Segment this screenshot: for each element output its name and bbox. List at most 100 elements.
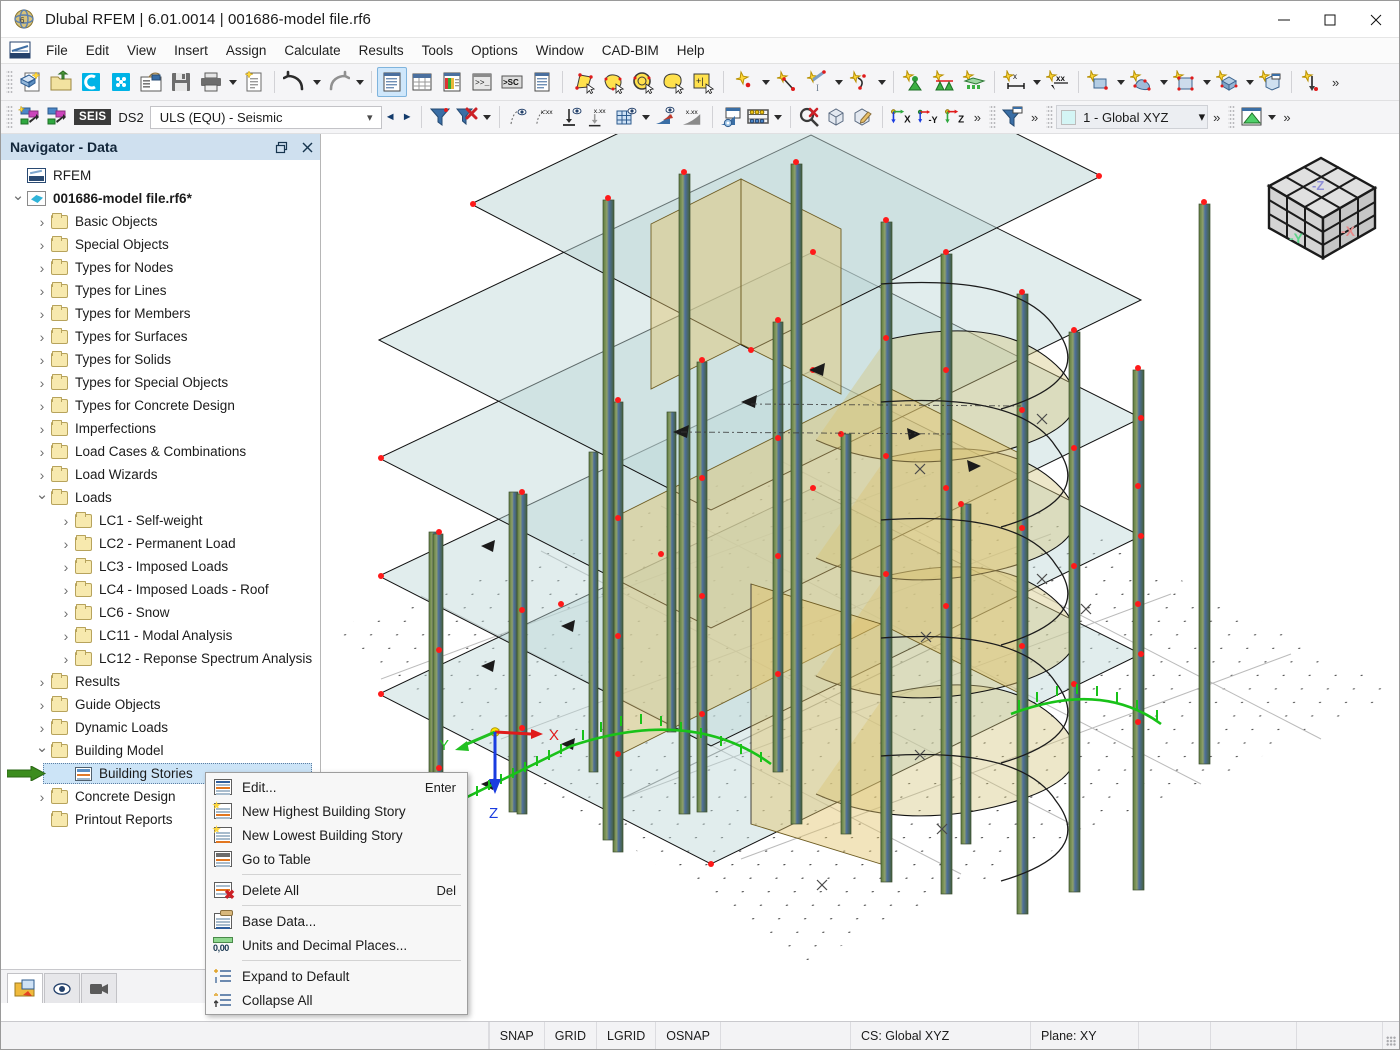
- undo-button[interactable]: [280, 67, 310, 97]
- chevron-right-icon[interactable]: ›: [33, 215, 51, 229]
- chevron-right-icon[interactable]: ›: [33, 307, 51, 321]
- chevron-right-icon[interactable]: ›: [33, 698, 51, 712]
- chevron-right-icon[interactable]: ›: [33, 445, 51, 459]
- new-curved-surface-button[interactable]: [1127, 67, 1157, 97]
- menu-view[interactable]: View: [118, 40, 165, 61]
- close-button[interactable]: [1353, 1, 1399, 38]
- script-button[interactable]: >SC: [497, 67, 527, 97]
- new-surface-support-button[interactable]: [959, 67, 989, 97]
- cs-overflow-button[interactable]: »: [1208, 110, 1225, 125]
- deformation-values-button[interactable]: x.xx: [532, 104, 559, 130]
- menu-edit[interactable]: Edit: [77, 40, 118, 61]
- show-deformation-button[interactable]: [505, 104, 532, 130]
- tables-button[interactable]: [407, 67, 437, 97]
- chevron-right-icon[interactable]: ›: [57, 560, 75, 574]
- open-model-button[interactable]: [46, 67, 76, 97]
- context-menu-item-new-highest-building-story[interactable]: New Highest Building Story: [206, 799, 467, 823]
- chevron-right-icon[interactable]: ›: [33, 422, 51, 436]
- tree-item-loads[interactable]: ⌄ Loads: [1, 486, 320, 509]
- new-polyline-button[interactable]: [845, 67, 875, 97]
- tree-item-lc1-self-weight[interactable]: › LC1 - Self-weight: [1, 509, 320, 532]
- select-special-button[interactable]: +|: [688, 67, 718, 97]
- tree-item-load-wizards[interactable]: › Load Wizards: [1, 463, 320, 486]
- tree-item-types-for-members[interactable]: › Types for Members: [1, 302, 320, 325]
- maximize-button[interactable]: [1307, 1, 1353, 38]
- tree-item-load-cases-combinations[interactable]: › Load Cases & Combinations: [1, 440, 320, 463]
- new-line-support-button[interactable]: [929, 67, 959, 97]
- list-panel-button[interactable]: [527, 67, 557, 97]
- chevron-right-icon[interactable]: ›: [57, 583, 75, 597]
- select-circle-button[interactable]: [628, 67, 658, 97]
- toolbar-overflow-button[interactable]: »: [1327, 75, 1344, 90]
- new-node-dropdown-caret[interactable]: [759, 68, 772, 96]
- chevron-right-icon[interactable]: ›: [33, 284, 51, 298]
- new-model-button[interactable]: [16, 67, 46, 97]
- connect-button[interactable]: [76, 67, 106, 97]
- new-opening-dropdown-caret[interactable]: [1200, 68, 1213, 96]
- tree-item-lc4-imposed-loads-roof[interactable]: › LC4 - Imposed Loads - Roof: [1, 578, 320, 601]
- workplane-overflow-button[interactable]: »: [1278, 110, 1295, 125]
- menu-file[interactable]: File: [37, 40, 77, 61]
- view-x-button[interactable]: X: [888, 104, 915, 130]
- tree-item-special-objects[interactable]: › Special Objects: [1, 233, 320, 256]
- base-data-button[interactable]: [136, 67, 166, 97]
- prev-load-case-button[interactable]: ◄: [382, 105, 399, 129]
- model-viewport[interactable]: X Y Z -Z -Y -X: [321, 134, 1399, 1003]
- new-polyline-dropdown-caret[interactable]: [875, 68, 888, 96]
- menu-tools[interactable]: Tools: [413, 40, 463, 61]
- chevron-right-icon[interactable]: ›: [57, 606, 75, 620]
- chevron-down-icon[interactable]: ⌄: [33, 740, 51, 757]
- context-menu-item-delete-all[interactable]: ✖ Delete All Del: [206, 878, 467, 902]
- edit-box-button[interactable]: [850, 104, 877, 130]
- print-button[interactable]: [196, 67, 226, 97]
- toolbar-grip-3[interactable]: [988, 105, 996, 129]
- tree-item-guide-objects[interactable]: › Guide Objects: [1, 693, 320, 716]
- tree-item-types-for-special-objects[interactable]: › Types for Special Objects: [1, 371, 320, 394]
- chevron-right-icon[interactable]: ›: [33, 721, 51, 735]
- tree-item-lc3-imposed-loads[interactable]: › LC3 - Imposed Loads: [1, 555, 320, 578]
- grid-dropdown-caret[interactable]: [640, 103, 653, 131]
- tree-item-lc12-reponse-spectrum-analysis[interactable]: › LC12 - Reponse Spectrum Analysis: [1, 647, 320, 670]
- load-case-combo[interactable]: ULS (EQU) - Seismic ▾: [149, 105, 382, 129]
- show-diagram-button[interactable]: [653, 104, 680, 130]
- new-surface-button[interactable]: [1084, 67, 1114, 97]
- save-button[interactable]: [166, 67, 196, 97]
- chevron-right-icon[interactable]: ›: [33, 330, 51, 344]
- filter-clear-button[interactable]: [454, 104, 481, 130]
- chevron-right-icon[interactable]: ›: [33, 261, 51, 275]
- chevron-right-icon[interactable]: ›: [33, 790, 51, 804]
- status-lgrid-toggle[interactable]: LGRID: [597, 1022, 657, 1049]
- chevron-right-icon[interactable]: ›: [33, 238, 51, 252]
- new-solid-button[interactable]: [1213, 67, 1243, 97]
- select-quad-button[interactable]: [568, 67, 598, 97]
- menu-assign[interactable]: Assign: [217, 40, 276, 61]
- display-properties-button[interactable]: [718, 104, 745, 130]
- work-plane-dropdown-caret[interactable]: [1265, 103, 1278, 131]
- resize-grip[interactable]: [1383, 1022, 1399, 1049]
- show-grid-button[interactable]: [613, 104, 640, 130]
- chevron-right-icon[interactable]: ›: [33, 675, 51, 689]
- show-support-reactions-button[interactable]: [559, 104, 586, 130]
- calculation-button[interactable]: [745, 104, 772, 130]
- select-free-button[interactable]: [658, 67, 688, 97]
- new-solid-dropdown-caret[interactable]: [1243, 68, 1256, 96]
- new-cube-button[interactable]: [1256, 67, 1286, 97]
- tree-item-results[interactable]: › Results: [1, 670, 320, 693]
- toolbar-grip-2[interactable]: [6, 105, 13, 129]
- new-member-dropdown-caret[interactable]: [832, 68, 845, 96]
- context-menu-item-base-data[interactable]: Base Data...: [206, 909, 467, 933]
- new-line-button[interactable]: [772, 67, 802, 97]
- diagram-values-button[interactable]: x.xx: [680, 104, 707, 130]
- print-dropdown-caret[interactable]: [226, 68, 239, 96]
- tree-item-basic-objects[interactable]: › Basic Objects: [1, 210, 320, 233]
- tree-item-imperfections[interactable]: › Imperfections: [1, 417, 320, 440]
- toolbar-grip[interactable]: [6, 70, 13, 94]
- visibility-overflow-button[interactable]: »: [1026, 110, 1043, 125]
- menu-calculate[interactable]: Calculate: [275, 40, 349, 61]
- new-curved-surface-dropdown-caret[interactable]: [1157, 68, 1170, 96]
- chevron-right-icon[interactable]: ›: [57, 652, 75, 666]
- load-wizard-button[interactable]: [16, 104, 43, 130]
- chevron-right-icon[interactable]: ›: [57, 629, 75, 643]
- zoom-reset-button[interactable]: [796, 104, 823, 130]
- restore-window-icon[interactable]: [268, 135, 294, 159]
